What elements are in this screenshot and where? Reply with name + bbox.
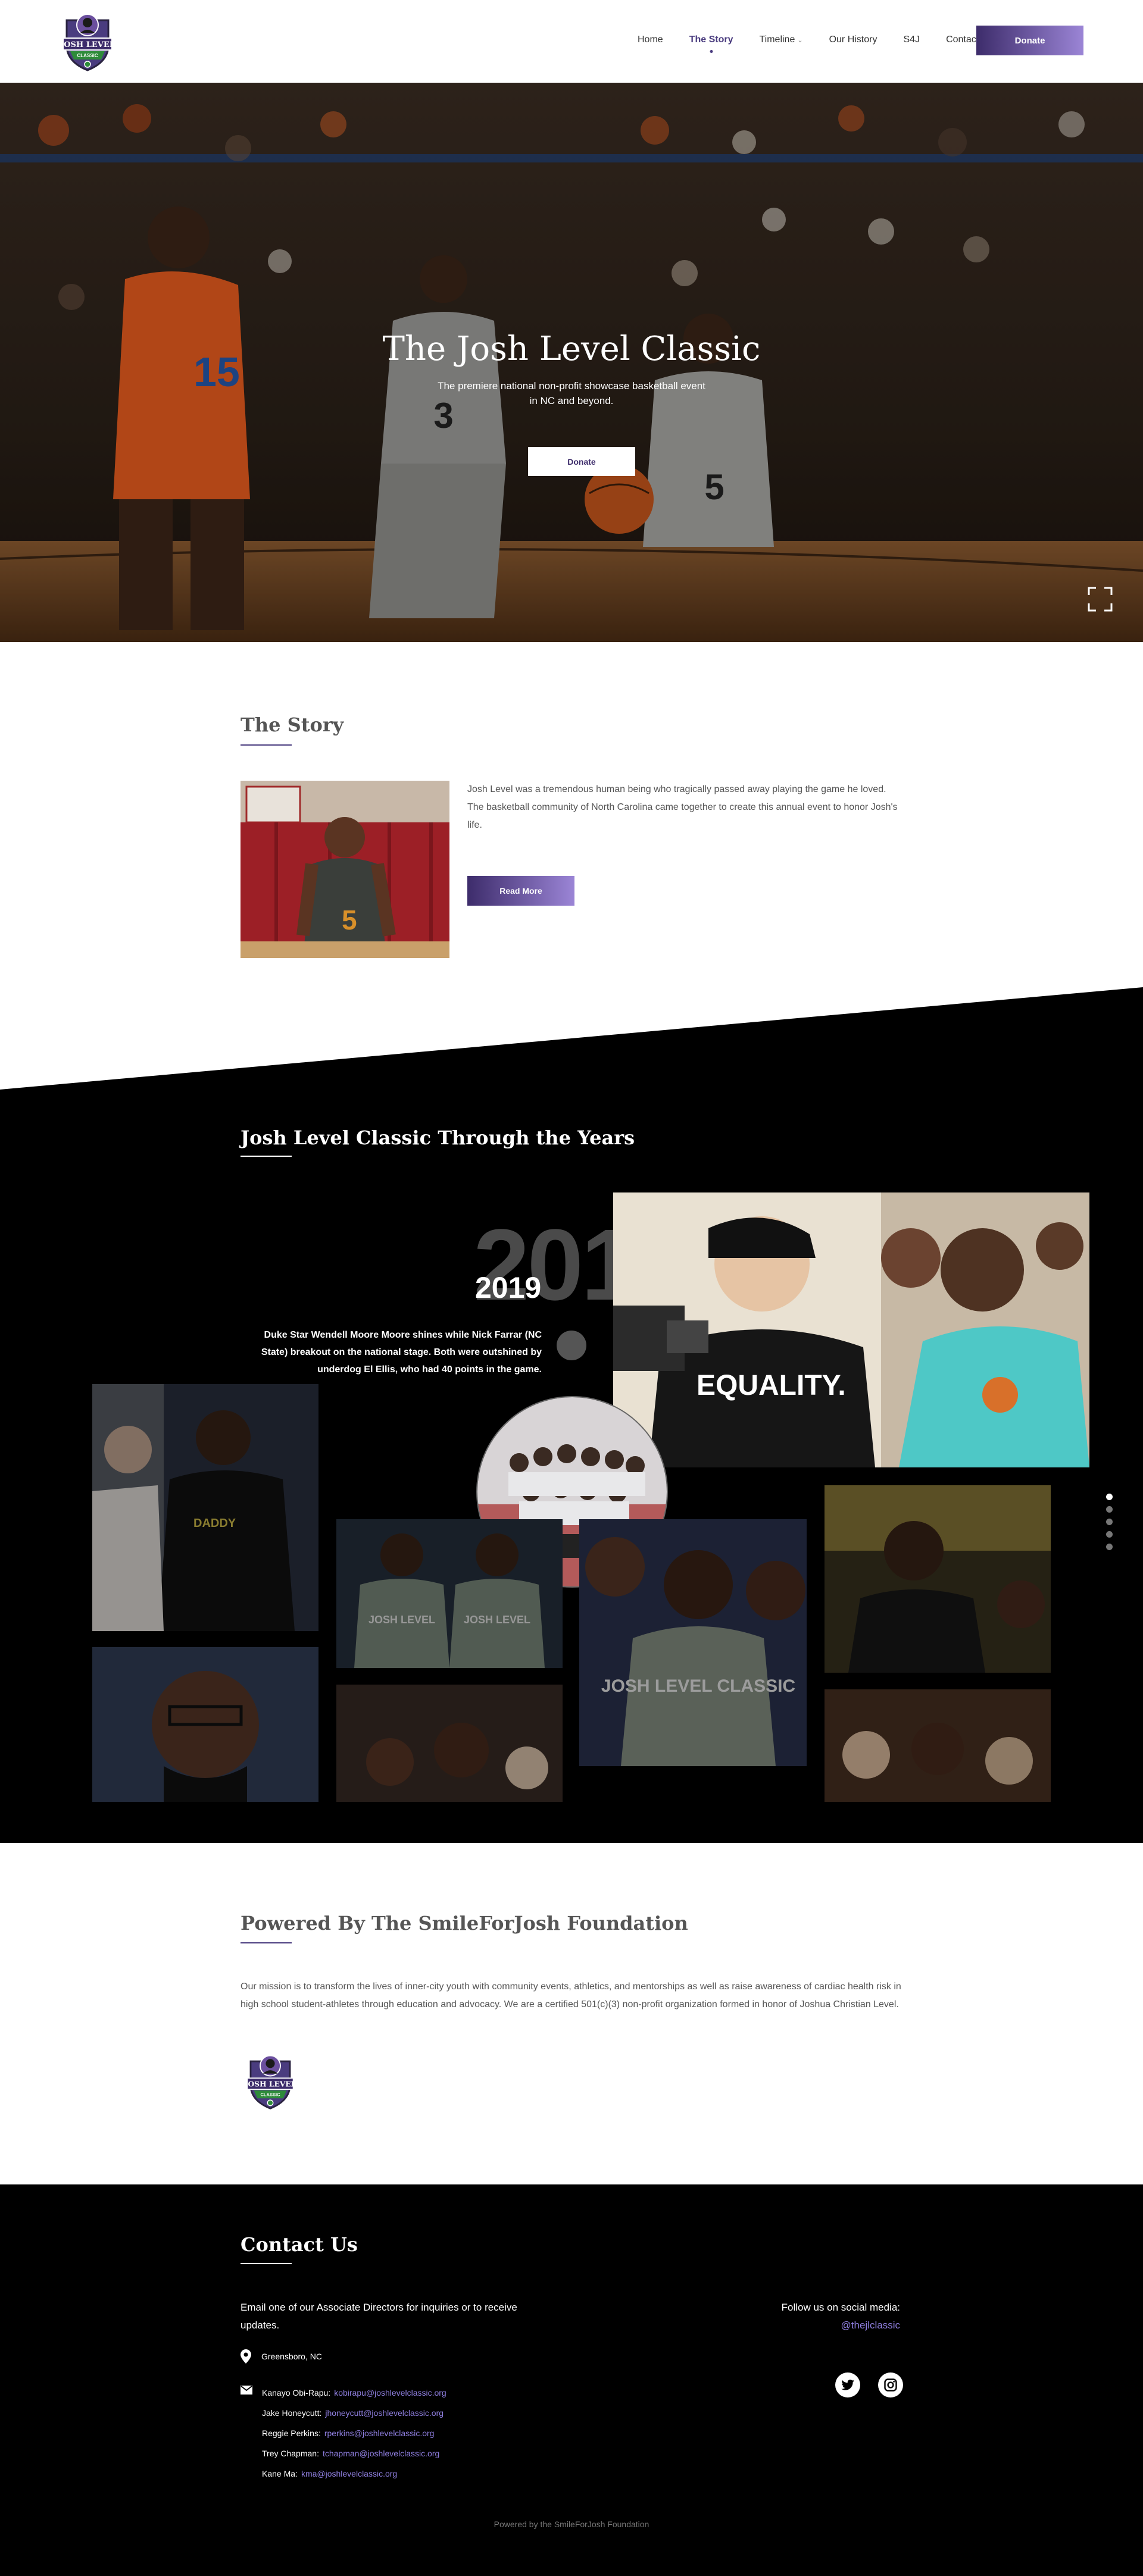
chevron-down-icon: ⌄ (797, 37, 803, 44)
site-header: JOSH LEVEL CLASSIC Home The Story Timeli… (0, 0, 1143, 83)
map-pin-icon (241, 2349, 251, 2364)
main-nav: Home The Story Timeline ⌄ Our History S4J… (638, 35, 1005, 45)
year-photo-cameraman: EQUALITY. (613, 1192, 1089, 1467)
hero-subtitle: The premiere national non-profit showcas… (438, 380, 705, 406)
years-title-underline (241, 1156, 292, 1157)
story-text: Josh Level was a tremendous human being … (467, 784, 898, 830)
instagram-icon[interactable] (878, 2372, 903, 2397)
social-handle[interactable]: @thejlclassic (782, 2317, 900, 2334)
timeline-dot-5[interactable] (1106, 1544, 1113, 1550)
director-email[interactable]: rperkins@joshlevelclassic.org (324, 2428, 435, 2438)
director-name: Kanayo Obi-Rapu: (262, 2388, 331, 2397)
slanted-divider (0, 987, 1143, 1090)
year-photo-crowd-small (336, 1685, 563, 1802)
director-email[interactable]: tchapman@joshlevelclassic.org (323, 2449, 439, 2458)
timeline-dot-2[interactable] (1106, 1506, 1113, 1513)
social-icons (835, 2372, 921, 2397)
story-title-underline (241, 744, 292, 746)
location-text: Greensboro, NC (261, 2352, 322, 2361)
hero-donate-button[interactable]: Donate (528, 447, 635, 476)
footer-powered-by: Powered by the SmileForJosh Foundation (494, 2519, 649, 2529)
year-photo-smiling-man (92, 1647, 318, 1802)
follow-text: Follow us on social media: (781, 2302, 900, 2313)
nav-home[interactable]: Home (638, 35, 663, 45)
year-photo-player-court (825, 1485, 1051, 1673)
foundation-section: Powered By The SmileForJosh Foundation O… (0, 1843, 1143, 2184)
fullscreen-icon[interactable] (1088, 587, 1113, 612)
timeline-dot-4[interactable] (1106, 1531, 1113, 1538)
mission-statement: Our mission is to transform the lives of… (241, 1982, 901, 2010)
director-row: Reggie Perkins: rperkins@joshlevelclassic… (262, 2423, 446, 2443)
location: Greensboro, NC (241, 2349, 322, 2364)
svg-text:CLASSIC: CLASSIC (260, 2092, 280, 2098)
foundation-title-underline (241, 1942, 292, 1943)
svg-text:JOSH LEVEL: JOSH LEVEL (244, 2079, 296, 2088)
contact-title-underline (241, 2263, 292, 2264)
director-email[interactable]: kobirapu@joshlevelclassic.org (334, 2388, 446, 2397)
contact-section: Contact Us Email one of our Associate Di… (0, 2184, 1143, 2576)
director-name: Reggie Perkins: (262, 2428, 321, 2438)
directors-list: Kanayo Obi-Rapu: kobirapu@joshlevelclassi… (262, 2383, 446, 2484)
josh-level-classic-logo[interactable]: JOSH LEVEL CLASSIC (56, 12, 119, 71)
foundation-logo: JOSH LEVEL CLASSIC (244, 2055, 296, 2109)
svg-text:CLASSIC: CLASSIC (77, 53, 98, 58)
timeline-dot-1[interactable] (1106, 1494, 1113, 1500)
director-email[interactable]: jhoneycutt@joshlevelclassic.org (325, 2408, 444, 2418)
envelope-icon (241, 2386, 252, 2395)
years-title: Josh Level Classic Through the Years (241, 1126, 635, 1149)
timeline-pagination (1106, 1494, 1113, 1556)
nav-timeline-label: Timeline (759, 35, 795, 45)
director-name: Kane Ma: (262, 2469, 298, 2478)
timeline-dot-3[interactable] (1106, 1519, 1113, 1525)
twitter-icon[interactable] (835, 2372, 860, 2397)
contact-title: Contact Us (241, 2233, 358, 2256)
story-title: The Story (241, 713, 344, 736)
josh-level-photo: 5 (241, 781, 449, 958)
story-section: The Story 5 Josh Level was a tremendous … (0, 642, 1143, 987)
nav-contact[interactable]: Contact (946, 35, 979, 45)
year-photo-two-players-jerseys: JOSH LEVEL JOSH LEVEL (336, 1519, 563, 1668)
foundation-title: Powered By The SmileForJosh Foundation (241, 1912, 688, 1935)
donate-button[interactable]: Donate (976, 26, 1083, 55)
read-more-button[interactable]: Read More (467, 876, 574, 906)
svg-text:JOSH LEVEL: JOSH LEVEL (60, 40, 115, 49)
director-row: Kane Ma: kma@joshlevelclassic.org (262, 2464, 446, 2484)
director-name: Trey Chapman: (262, 2449, 319, 2458)
year-description: Duke Star Wendell Moore Moore shines whi… (261, 1330, 542, 1375)
contact-intro: Email one of our Associate Directors for… (241, 2302, 517, 2331)
nav-timeline[interactable]: Timeline ⌄ (759, 35, 802, 45)
nav-our-history[interactable]: Our History (829, 35, 877, 45)
director-row: Trey Chapman: tchapman@joshlevelclassic.o… (262, 2443, 446, 2464)
equality-shirt-text: EQUALITY. (697, 1370, 846, 1401)
director-email[interactable]: kma@joshlevelclassic.org (301, 2469, 397, 2478)
nav-s4j[interactable]: S4J (903, 35, 920, 45)
svg-text:5: 5 (342, 904, 357, 935)
director-row: Kanayo Obi-Rapu: kobirapu@joshlevelclassi… (262, 2383, 446, 2403)
years-section: Josh Level Classic Through the Years 201… (0, 1090, 1143, 1843)
year-photo-player-sweater: DADDY (92, 1384, 318, 1631)
timeline-marker (557, 1331, 586, 1360)
social-follow: Follow us on social media: @thejlclassic (782, 2299, 900, 2334)
nav-the-story[interactable]: The Story (689, 35, 733, 45)
director-row: Jake Honeycutt: jhoneycutt@joshlevelclass… (262, 2403, 446, 2423)
director-name: Jake Honeycutt: (262, 2408, 322, 2418)
hero-title: The Josh Level Classic (382, 330, 761, 368)
year-photo-crowd-right (825, 1689, 1051, 1802)
year-photo-player-jersey: JOSH LEVEL CLASSIC (579, 1519, 807, 1766)
hero-banner: 15 3 5 The Josh Level Classic The premie… (0, 83, 1143, 642)
year-label: 2019 (475, 1271, 542, 1304)
